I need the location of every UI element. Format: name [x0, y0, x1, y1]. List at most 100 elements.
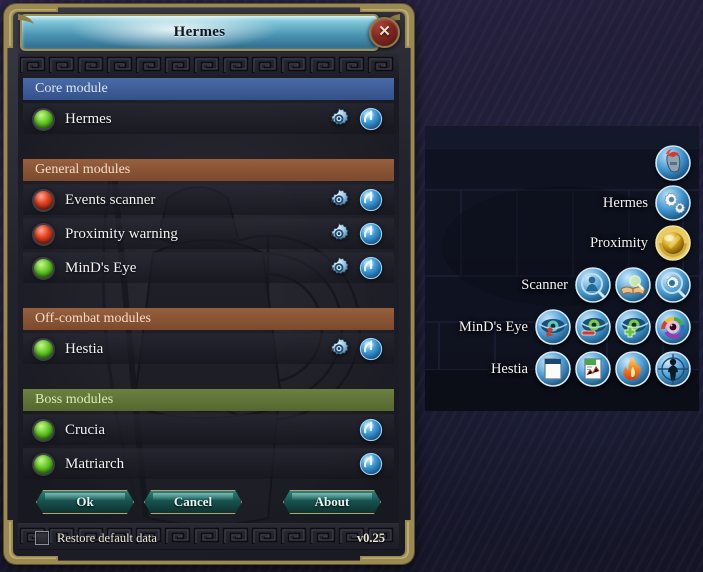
meander-border-top	[18, 52, 399, 79]
flame-icon[interactable]	[615, 351, 651, 387]
screen: Hermes ✕ Core module Hermes General modu…	[0, 0, 703, 572]
module-name: Crucia	[65, 421, 105, 438]
module-settings-button[interactable]	[327, 256, 351, 280]
status-led-red	[32, 188, 55, 212]
restore-default-checkbox[interactable]	[35, 531, 49, 545]
eye-plus-icon[interactable]	[615, 309, 651, 345]
gear-icon	[331, 256, 349, 274]
gear-icon	[331, 188, 349, 206]
golden-orb-icon[interactable]	[655, 225, 691, 261]
module-toggle-button[interactable]	[359, 418, 383, 442]
radial-row-mind-s-eye: MinD's Eye	[459, 308, 691, 346]
module-name: Matriarch	[65, 455, 125, 472]
document-icon[interactable]	[535, 351, 571, 387]
gear-icon	[331, 222, 349, 240]
power-icon	[359, 337, 383, 361]
module-actions	[327, 256, 394, 280]
module-actions	[327, 188, 394, 212]
module-actions	[359, 452, 394, 476]
radial-row-hestia: Hestia	[491, 350, 691, 388]
power-icon	[359, 222, 383, 246]
radial-row-scanner: Scanner	[521, 266, 691, 304]
close-button[interactable]: ✕	[369, 17, 400, 48]
section-header-offcombat: Off-combat modules	[23, 308, 394, 330]
module-name: Events scanner	[65, 191, 156, 208]
module-name: MinD's Eye	[65, 259, 137, 276]
module-settings-button[interactable]	[327, 188, 351, 212]
window-titlebar: Hermes	[20, 14, 379, 51]
module-toggle-button[interactable]	[359, 452, 383, 476]
radial-row-label: Proximity	[589, 234, 648, 251]
cancel-button[interactable]: Cancel	[144, 490, 242, 514]
radial-row-root	[655, 144, 691, 182]
module-actions	[327, 107, 394, 131]
status-led-green	[32, 452, 55, 476]
gear-icon	[331, 337, 349, 355]
status-led-green	[32, 337, 55, 361]
eye-marker-icon[interactable]	[535, 309, 571, 345]
section-header-boss: Boss modules	[23, 389, 394, 411]
person-search-icon[interactable]	[575, 267, 611, 303]
figure-target-icon[interactable]	[655, 351, 691, 387]
radial-row-proximity: Proximity	[590, 224, 691, 262]
module-row[interactable]: Events scanner	[23, 184, 394, 215]
module-row[interactable]: Crucia	[23, 414, 394, 445]
status-led-red	[32, 222, 55, 246]
book-search-icon[interactable]	[615, 267, 651, 303]
footer-status-line: Restore default data v0.25	[18, 530, 399, 546]
module-settings-button[interactable]	[327, 107, 351, 131]
hermes-window: Hermes ✕ Core module Hermes General modu…	[4, 4, 414, 564]
power-icon	[359, 418, 383, 442]
module-toggle-button[interactable]	[359, 256, 383, 280]
radial-row-label: Hermes	[602, 194, 648, 211]
module-row[interactable]: MinD's Eye	[23, 252, 394, 283]
module-name: Proximity warning	[65, 225, 178, 242]
module-actions	[327, 222, 394, 246]
about-button[interactable]: About	[283, 490, 381, 514]
module-settings-button[interactable]	[327, 337, 351, 361]
radial-row-hermes: Hermes	[603, 184, 691, 222]
gears-icon[interactable]	[655, 185, 691, 221]
module-name: Hestia	[65, 340, 104, 357]
report-icon[interactable]	[575, 351, 611, 387]
radial-row-label: MinD's Eye	[458, 318, 528, 335]
status-led-green	[32, 418, 55, 442]
power-icon	[359, 107, 383, 131]
module-settings-button[interactable]	[327, 222, 351, 246]
module-row[interactable]: Hermes	[23, 103, 394, 134]
eye-rainbow-icon[interactable]	[655, 309, 691, 345]
module-row[interactable]: Proximity warning	[23, 218, 394, 249]
footer-button-row: Ok Cancel About	[18, 490, 399, 512]
version-label: v0.25	[356, 530, 385, 545]
power-icon	[359, 452, 383, 476]
power-icon	[359, 256, 383, 280]
gear-search-icon[interactable]	[655, 267, 691, 303]
ok-button[interactable]: Ok	[36, 490, 134, 514]
about-button-label: About	[314, 494, 350, 509]
module-list-panel: Core module Hermes General modules Events …	[18, 78, 399, 533]
power-icon	[359, 188, 383, 212]
module-row[interactable]: Hestia	[23, 333, 394, 364]
module-row[interactable]: Matriarch	[23, 448, 394, 479]
window-footer: Ok Cancel About Restore default data v0.…	[18, 484, 399, 550]
status-led-green	[32, 256, 55, 280]
module-toggle-button[interactable]	[359, 222, 383, 246]
radial-menu-panel: Hermes Proximity Scanner MinD's Eye Hestia	[425, 126, 699, 411]
close-x-icon: ✕	[378, 24, 391, 40]
cancel-button-label: Cancel	[173, 494, 213, 509]
ok-button-label: Ok	[76, 494, 94, 509]
restore-default-label: Restore default data	[57, 530, 157, 545]
radial-row-label: Scanner	[521, 276, 568, 293]
module-actions	[327, 337, 394, 361]
module-toggle-button[interactable]	[359, 188, 383, 212]
module-toggle-button[interactable]	[359, 107, 383, 131]
helmet-icon[interactable]	[655, 145, 691, 181]
module-name: Hermes	[65, 110, 112, 127]
window-title: Hermes	[173, 24, 226, 40]
module-toggle-button[interactable]	[359, 337, 383, 361]
eye-bar-icon[interactable]	[575, 309, 611, 345]
radial-row-label: Hestia	[490, 360, 528, 377]
status-led-green	[32, 107, 55, 131]
